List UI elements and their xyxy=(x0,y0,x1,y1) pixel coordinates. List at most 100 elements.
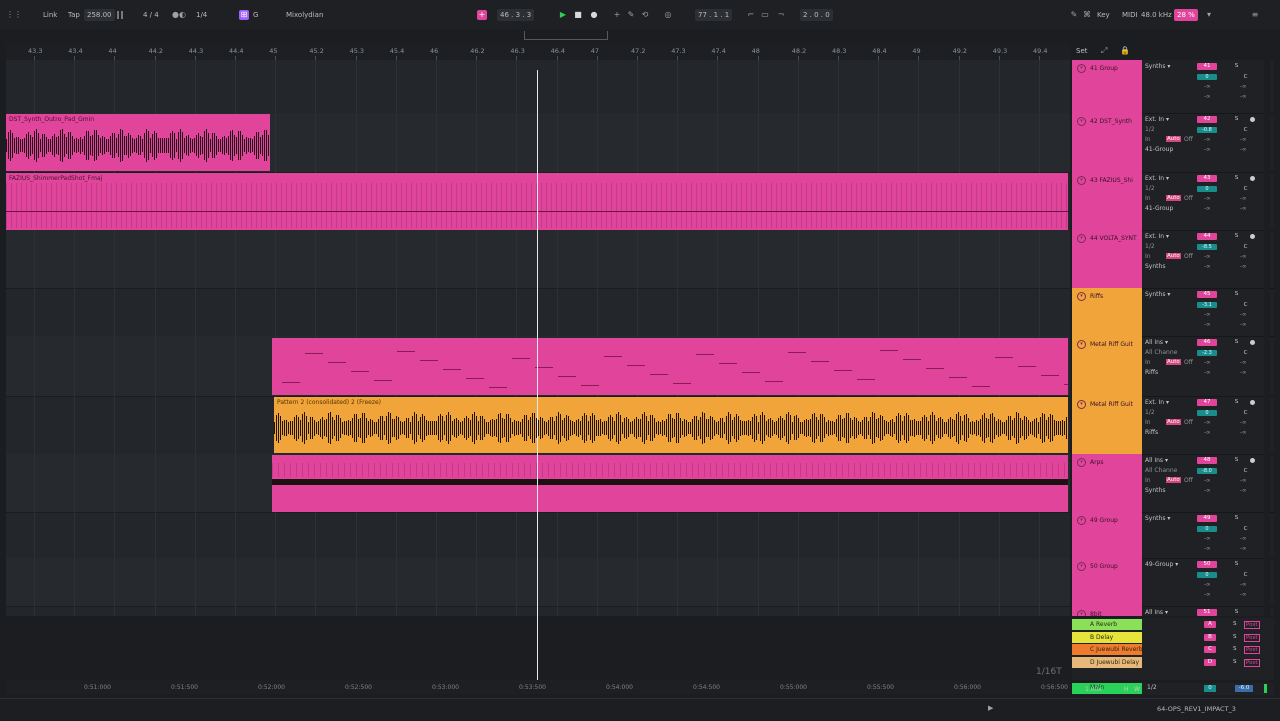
track-title-bar[interactable]: ▾ 50 Group xyxy=(1072,558,1142,606)
send-level[interactable]: -∞ xyxy=(1204,546,1211,552)
track-input-selector[interactable]: All Ins ▾ xyxy=(1145,339,1168,346)
track-volume[interactable]: -8.0 xyxy=(1197,468,1217,474)
send-level[interactable]: -∞ xyxy=(1204,206,1211,212)
send-level[interactable]: -∞ xyxy=(1204,137,1211,143)
track-volume[interactable]: 0 xyxy=(1197,410,1217,416)
track-input-selector[interactable]: Ext. In ▾ xyxy=(1145,399,1169,406)
monitor-in-button[interactable]: In xyxy=(1145,477,1151,484)
track-activator[interactable]: 46 xyxy=(1197,339,1217,346)
beat-time-ruler[interactable]: 43.3 43.4 44 44.2 44.3 44.4 45 45.2 45.3 45.4 46 46… xyxy=(6,44,1070,61)
solo-button[interactable]: S xyxy=(1233,621,1237,627)
monitor-auto-button[interactable]: Auto xyxy=(1166,195,1181,201)
track-input-selector[interactable]: Ext. In ▾ xyxy=(1145,175,1169,182)
send-level[interactable]: -∞ xyxy=(1240,264,1247,270)
track-volume[interactable]: -3.1 xyxy=(1197,302,1217,308)
key-map-button[interactable]: Key xyxy=(1097,9,1110,21)
re-enable-automation-icon[interactable]: ⟲ xyxy=(640,10,650,20)
loop-start-field[interactable]: 77 . 1 . 1 xyxy=(695,9,733,21)
time-signature-field[interactable]: 4 / 4 xyxy=(143,9,159,21)
send-level[interactable]: -∞ xyxy=(1240,430,1247,436)
arrangement-clip[interactable] xyxy=(272,338,1068,395)
solo-button[interactable]: S xyxy=(1233,339,1240,346)
draw-mode-icon[interactable]: ✎ xyxy=(1069,10,1079,20)
send-level[interactable]: -∞ xyxy=(1204,84,1211,90)
key-root-field[interactable]: G xyxy=(253,9,258,21)
link-button[interactable]: Link xyxy=(43,9,57,21)
metronome-nudge-icon[interactable]: ‖‖ xyxy=(115,10,125,20)
track-title-bar[interactable]: ▾ Metal Riff Guit xyxy=(1072,336,1142,396)
track-input-selector[interactable]: Synths ▾ xyxy=(1145,63,1170,70)
track-pan[interactable]: C xyxy=(1242,468,1249,475)
track-output-selector[interactable]: 41-Group xyxy=(1145,146,1173,153)
stop-icon[interactable]: ■ xyxy=(573,10,583,20)
monitor-in-button[interactable]: In xyxy=(1145,253,1151,260)
track-pan[interactable]: C xyxy=(1242,302,1249,309)
track-header[interactable]: ▾ 49 Group Synths ▾ 49 0 S C -∞ -∞ -∞ -∞ xyxy=(1072,512,1274,559)
send-level[interactable]: -∞ xyxy=(1240,370,1247,376)
track-volume[interactable]: 0 xyxy=(1197,526,1217,532)
send-level[interactable]: -∞ xyxy=(1240,322,1247,328)
time-ruler[interactable]: 0:51:000 0:51:500 0:52:000 0:52:500 0:53:000… xyxy=(6,680,1070,694)
return-track[interactable]: A Reverb A S Post xyxy=(1072,619,1274,631)
solo-button[interactable]: S xyxy=(1233,646,1237,652)
track-activator[interactable]: 42 xyxy=(1197,116,1217,123)
send-level[interactable]: -∞ xyxy=(1204,370,1211,376)
send-level[interactable]: -∞ xyxy=(1204,420,1211,426)
fold-toggle-icon[interactable]: ▾ xyxy=(1077,458,1086,467)
track-title-bar[interactable]: ▾ 41 Group xyxy=(1072,60,1142,113)
return-track-name[interactable]: A Reverb xyxy=(1072,619,1142,630)
track-activator[interactable]: 51 xyxy=(1197,609,1217,616)
send-level[interactable]: -∞ xyxy=(1204,478,1211,484)
fold-toggle-icon[interactable]: ▾ xyxy=(1077,400,1086,409)
track-output-selector[interactable]: Synths xyxy=(1145,487,1165,494)
send-level[interactable]: -∞ xyxy=(1240,488,1247,494)
capture-midi-icon[interactable]: ◎ xyxy=(663,10,673,20)
track-output-selector[interactable]: Synths xyxy=(1145,263,1165,270)
play-set-icon[interactable]: ▶ xyxy=(988,704,993,712)
track-header[interactable]: ▾ 43 FAZIUS_Shi Ext. In ▾ 1/2 In Auto Off 41-Gr… xyxy=(1072,172,1274,231)
solo-button[interactable]: S xyxy=(1233,116,1240,123)
monitor-off-button[interactable]: Off xyxy=(1184,253,1193,260)
track-pan[interactable]: C xyxy=(1242,572,1249,579)
fold-toggle-icon[interactable]: ▾ xyxy=(1077,292,1086,301)
track-pan[interactable]: C xyxy=(1242,186,1249,193)
punch-out-icon[interactable]: ¬ xyxy=(776,10,786,20)
main-output[interactable]: 1/2 xyxy=(1147,684,1157,691)
track-input-selector[interactable]: Ext. In ▾ xyxy=(1145,116,1169,123)
track-header[interactable]: ▾ 44 VOLTA_SYNT Ext. In ▾ 1/2 In Auto Off Synth… xyxy=(1072,230,1274,289)
midi-map-button[interactable]: MIDI xyxy=(1122,9,1138,21)
solo-button[interactable]: S xyxy=(1233,399,1240,406)
send-level[interactable]: -∞ xyxy=(1240,147,1247,153)
expand-icon[interactable]: ⤢ xyxy=(1101,46,1107,56)
return-activator[interactable]: C xyxy=(1204,646,1216,653)
track-pan[interactable]: C xyxy=(1242,244,1249,251)
send-level[interactable]: -∞ xyxy=(1240,546,1247,552)
monitor-auto-button[interactable]: Auto xyxy=(1166,136,1181,142)
track-input-channel[interactable]: 1/2 xyxy=(1145,243,1155,250)
track-title-bar[interactable]: ▾ 44 VOLTA_SYNT xyxy=(1072,230,1142,288)
track-header[interactable]: ▾ 41 Group Synths ▾ 41 0 S C -∞ -∞ -∞ -∞ xyxy=(1072,60,1274,114)
track-volume[interactable]: -8.5 xyxy=(1197,244,1217,250)
return-track-name[interactable]: B Delay xyxy=(1072,631,1142,643)
scale-mode-icon[interactable]: ⊞ xyxy=(239,10,249,20)
solo-button[interactable]: S xyxy=(1233,659,1237,665)
send-level[interactable]: -∞ xyxy=(1240,478,1247,484)
track-header[interactable]: ▾ Riffs Synths ▾ 45 -3.1 S C -∞ -∞ -∞ -∞ xyxy=(1072,288,1274,337)
track-activator[interactable]: 50 xyxy=(1197,561,1217,568)
key-map-icon[interactable]: ⌘ xyxy=(1082,10,1092,20)
monitor-auto-button[interactable]: Auto xyxy=(1166,477,1181,483)
track-input-selector[interactable]: Synths ▾ xyxy=(1145,291,1170,298)
send-level[interactable]: -∞ xyxy=(1204,94,1211,100)
track-input-channel[interactable]: 1/2 xyxy=(1145,409,1155,416)
track-input-selector[interactable]: 49-Group ▾ xyxy=(1145,561,1178,568)
height-toggle[interactable]: H xyxy=(1124,686,1129,693)
arm-button[interactable] xyxy=(1250,400,1255,405)
track-title-bar[interactable]: ▾ 8bit xyxy=(1072,606,1142,616)
send-level[interactable]: -∞ xyxy=(1204,196,1211,202)
loop-brace[interactable] xyxy=(524,31,608,40)
track-volume[interactable]: -2.3 xyxy=(1197,350,1217,356)
automation-arm-icon[interactable]: ✎ xyxy=(626,10,636,20)
track-output-selector[interactable]: Riffs xyxy=(1145,369,1158,376)
arrangement-clip[interactable]: Pattern 2 (consolidated) 2 (Freeze) xyxy=(274,397,1068,453)
track-title-bar[interactable]: ▾ 49 Group xyxy=(1072,512,1142,558)
